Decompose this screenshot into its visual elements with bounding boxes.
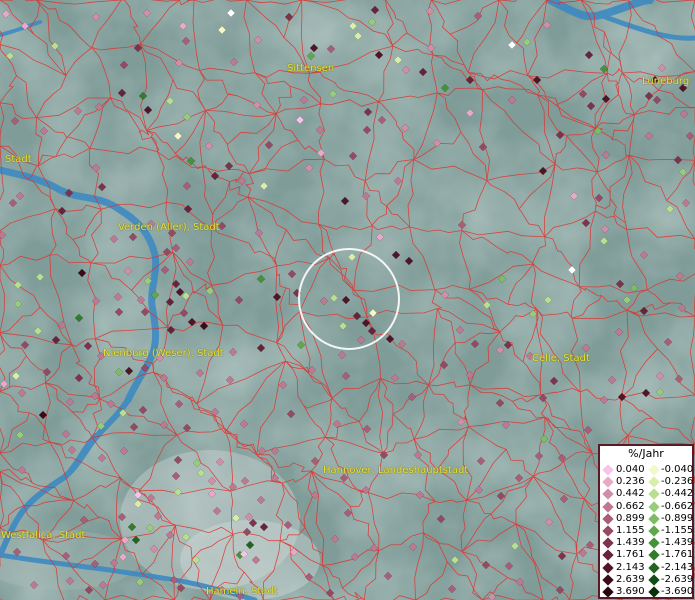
legend-row: 2.639 -2.639 [602,573,694,586]
city-label: Hameln, Stadt [206,586,278,597]
legend-value-positive: 3.690 [616,586,645,597]
legend-value-negative: -0.040 [661,464,694,475]
legend-row: 0.040 -0.040 [602,463,694,476]
legend-swatch-negative [648,513,660,525]
legend-swatch-negative [648,476,660,488]
legend-swatch-positive [602,464,614,476]
city-label: Sittensen [287,63,335,74]
legend-row: 0.442 -0.442 [602,487,694,501]
legend-swatch-negative [648,549,660,562]
city-label: Westfalica, Stadt [1,530,86,541]
legend-swatch-negative [648,464,660,476]
legend-value-positive: 0.040 [616,464,645,475]
city-label: Celle, Stadt [532,353,590,364]
legend-value-negative: -1.439 [661,537,694,549]
legend-swatch-positive [602,561,614,574]
city-label: Stadt [5,154,32,165]
legend: %/Jahr 0.040 -0.040 0.236 -0.236 0.442 -0.442… [598,444,694,599]
city-label: Hannover, Landeshauptstadt [323,465,469,476]
legend-value-positive: 2.639 [616,573,645,585]
legend-row: 0.662 -0.662 [602,500,694,513]
legend-swatch-positive [602,525,614,537]
legend-row: 2.143 -2.143 [602,561,694,574]
map-view[interactable]: Sittensen Lüneburg Stadt Verden (Aller), St… [0,0,695,600]
legend-swatch-negative [648,500,660,513]
selection-layer [298,248,400,350]
legend-row: 0.899 -0.899 [602,512,694,525]
legend-swatch-negative [648,537,660,549]
legend-value-positive: 0.442 [616,488,645,500]
legend-value-negative: -0.236 [661,476,694,488]
legend-swatch-positive [602,549,614,562]
legend-value-positive: 0.236 [616,476,645,488]
legend-value-positive: 1.439 [616,537,645,549]
legend-swatch-negative [648,525,660,537]
legend-swatch-negative [648,561,660,574]
legend-swatch-negative [648,586,660,598]
legend-row: 3.690 -3.690 [602,585,694,598]
legend-value-negative: -1.155 [661,525,694,536]
legend-swatch-positive [602,476,614,488]
legend-value-positive: 1.155 [616,525,645,536]
legend-value-negative: -0.442 [661,488,694,500]
legend-row: 0.236 -0.236 [602,475,694,488]
legend-value-negative: -0.899 [661,512,694,524]
legend-value-positive: 0.899 [616,512,645,524]
legend-value-positive: 1.761 [616,549,645,561]
legend-swatch-positive [602,488,614,501]
selection-circle[interactable] [298,248,400,350]
legend-value-positive: 0.662 [616,500,645,512]
legend-title: %/Jahr [628,447,664,460]
legend-swatch-positive [602,500,614,513]
legend-value-positive: 2.143 [616,561,645,573]
legend-swatch-positive [602,586,614,598]
legend-row: 1.761 -1.761 [602,548,694,562]
legend-row: 1.155 -1.155 [602,524,694,537]
legend-swatch-negative [648,574,660,586]
city-label: Nienburg (Weser), Stadt [103,348,224,359]
legend-swatch-positive [602,537,614,549]
legend-swatch-negative [648,488,660,501]
legend-swatch-positive [602,574,614,586]
legend-value-negative: -1.761 [661,549,694,561]
legend-swatch-positive [602,513,614,525]
city-label: Lüneburg [642,76,690,87]
legend-value-negative: -2.143 [661,561,694,573]
legend-value-negative: -3.690 [661,586,694,597]
city-label: Verden (Aller), Stadt [118,222,220,233]
legend-value-negative: -2.639 [661,573,694,585]
legend-value-negative: -0.662 [661,500,694,512]
legend-row: 1.439 -1.439 [602,536,694,549]
